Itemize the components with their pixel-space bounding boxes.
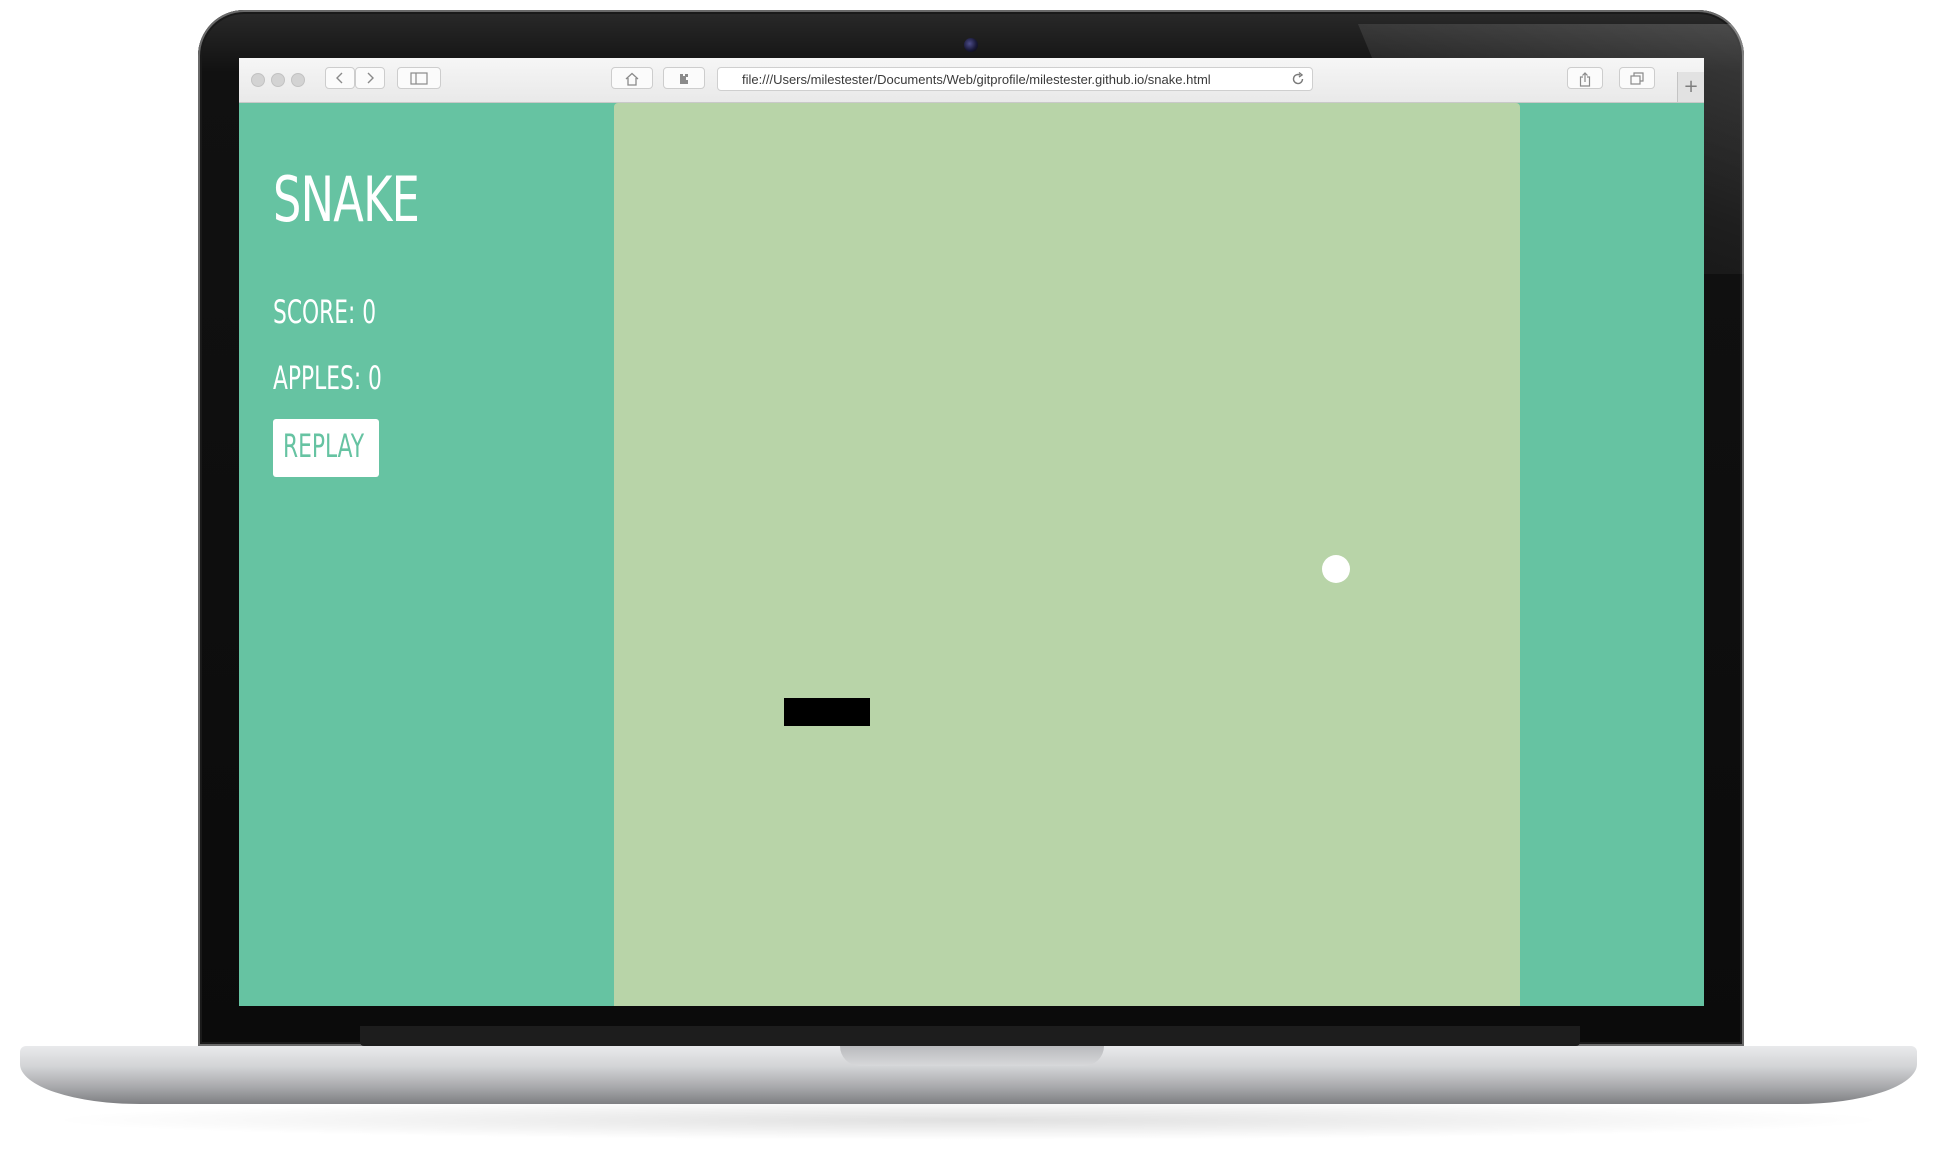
chevron-left-icon	[336, 72, 343, 84]
extension-button[interactable]	[663, 67, 705, 89]
camera-icon	[964, 38, 978, 52]
chevron-right-icon	[367, 72, 374, 84]
puzzle-icon	[680, 74, 688, 84]
apple	[1322, 555, 1350, 583]
laptop-mockup: file:///Users/milestester/Documents/Web/…	[0, 0, 1937, 1167]
snake-body	[784, 698, 870, 726]
address-bar[interactable]: file:///Users/milestester/Documents/Web/…	[717, 67, 1313, 91]
minimize-window-button[interactable]	[271, 73, 285, 87]
home-button[interactable]	[611, 67, 653, 89]
back-button[interactable]	[325, 67, 355, 89]
plus-icon: +	[1683, 76, 1699, 97]
tabs-icon	[1630, 72, 1644, 85]
zoom-window-button[interactable]	[291, 73, 305, 87]
sidebar-toggle-button[interactable]	[397, 67, 441, 89]
share-button[interactable]	[1567, 67, 1603, 89]
replay-button-label: REPLAY	[283, 427, 365, 465]
show-tabs-button[interactable]	[1619, 67, 1655, 89]
browser-toolbar: file:///Users/milestester/Documents/Web/…	[239, 58, 1704, 103]
sidebar-icon	[410, 72, 428, 85]
score-label: SCORE: 0	[273, 293, 377, 331]
replay-button[interactable]: REPLAY	[273, 419, 379, 477]
laptop-shadow	[40, 1100, 1897, 1140]
snake-page: SNAKE SCORE: 0 APPLES: 0 REPLAY	[239, 103, 1704, 1006]
laptop-hinge	[360, 1026, 1580, 1046]
apples-label: APPLES: 0	[273, 359, 382, 397]
close-window-button[interactable]	[251, 73, 265, 87]
share-icon	[1579, 72, 1591, 87]
browser-window: file:///Users/milestester/Documents/Web/…	[239, 58, 1704, 1006]
reload-icon[interactable]	[1290, 71, 1306, 87]
laptop-notch	[840, 1046, 1104, 1066]
home-icon	[625, 72, 639, 86]
game-board[interactable]	[614, 103, 1520, 1006]
forward-button[interactable]	[355, 67, 385, 89]
new-tab-button[interactable]: +	[1677, 72, 1704, 102]
game-title: SNAKE	[273, 163, 420, 236]
url-text[interactable]: file:///Users/milestester/Documents/Web/…	[742, 72, 1282, 87]
